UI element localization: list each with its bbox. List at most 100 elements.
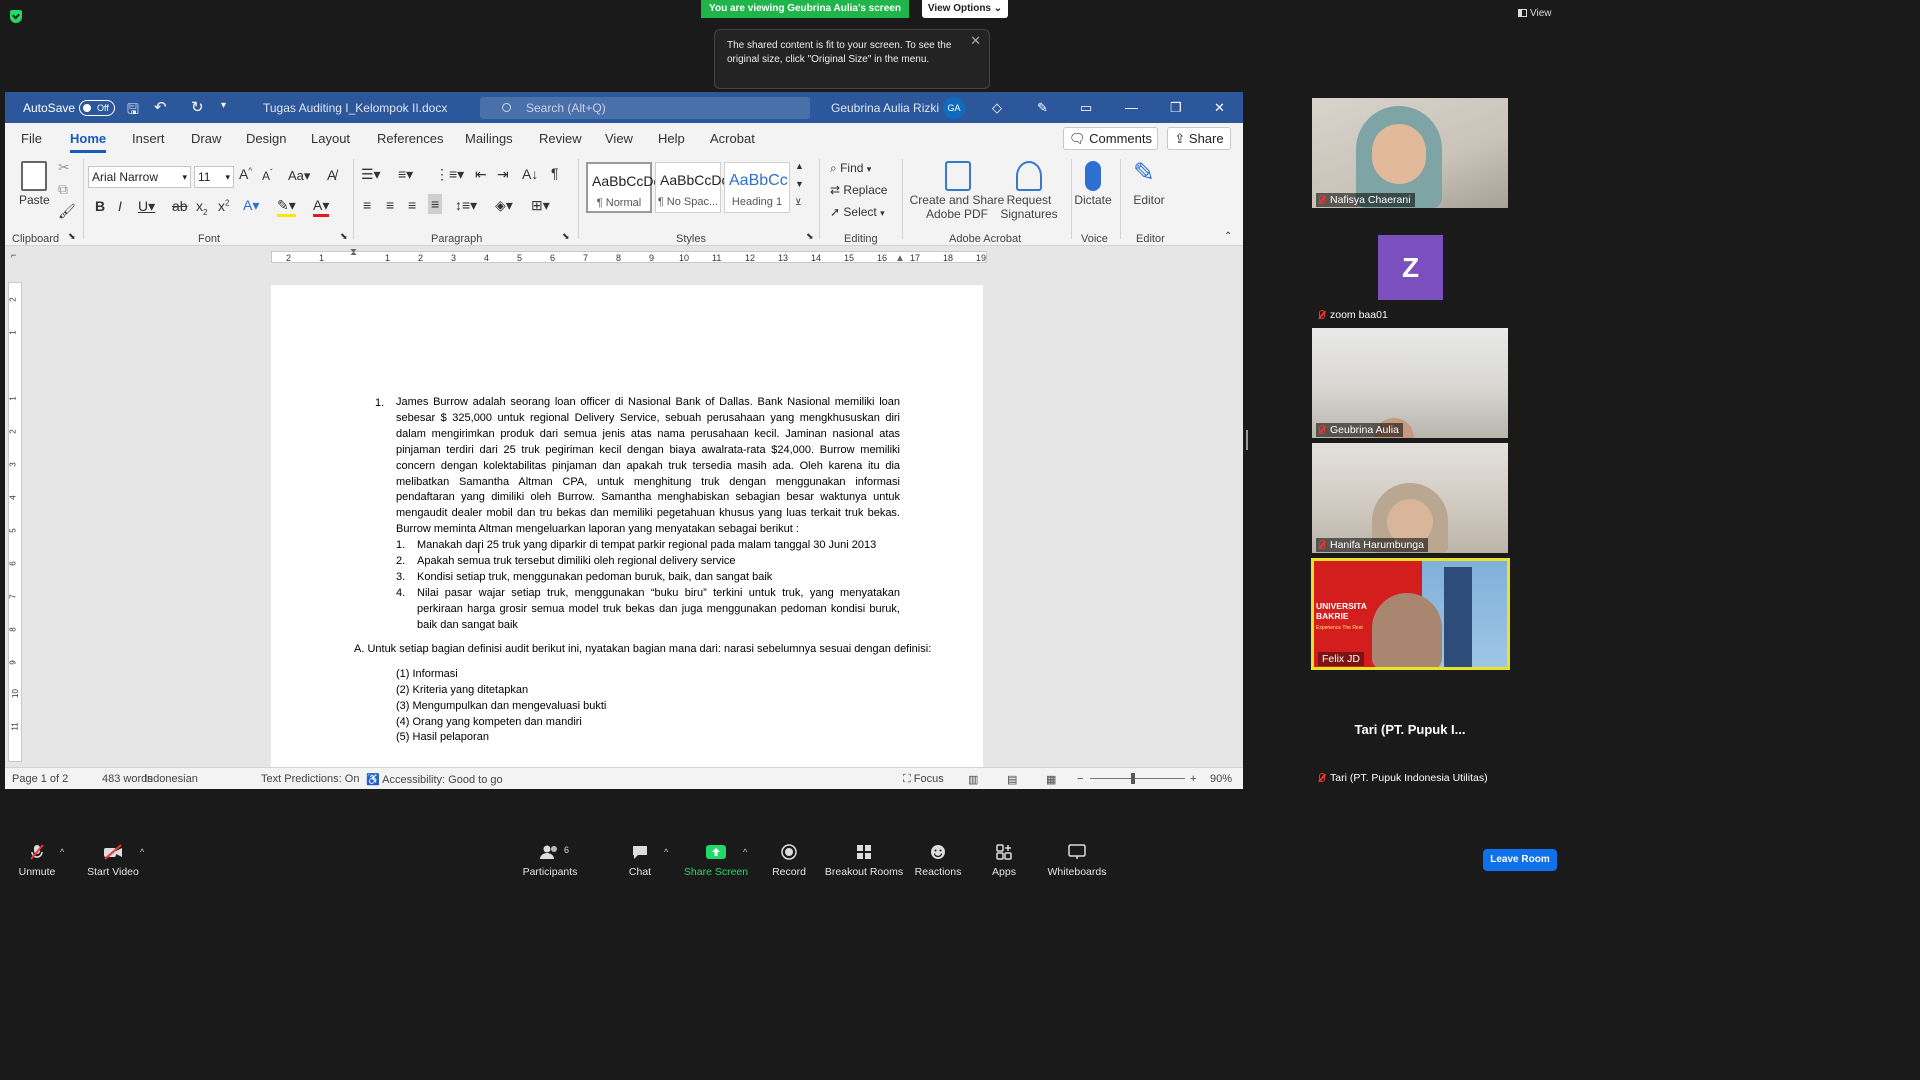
- collapse-ribbon-icon[interactable]: ⌃: [1224, 231, 1232, 242]
- restore-icon[interactable]: ❐: [1170, 100, 1182, 116]
- tab-selector-icon[interactable]: ⌐: [11, 250, 16, 260]
- leave-room-button[interactable]: Leave Room: [1483, 849, 1557, 871]
- indent-marker-icon[interactable]: ⧗: [350, 247, 357, 258]
- dialog-launcher-icon[interactable]: ⬊: [340, 231, 348, 242]
- editor-pen-icon[interactable]: ✎: [1133, 157, 1155, 188]
- participant-video-tile-active-speaker[interactable]: UNIVERSITA BAKRIE Experience The Real Feli…: [1311, 558, 1510, 670]
- font-size-select[interactable]: 11 ▾: [194, 166, 234, 188]
- share-button[interactable]: ⇪ Share: [1167, 127, 1231, 150]
- participant-video-tile[interactable]: Tari (PT. Pupuk I... Tari (PT. Pupuk Ind…: [1312, 676, 1508, 786]
- decrease-indent-icon[interactable]: ⇤: [475, 166, 487, 183]
- minimize-icon[interactable]: —: [1125, 100, 1138, 115]
- customize-toolbar-icon[interactable]: ▾: [221, 100, 226, 111]
- user-avatar[interactable]: GA: [943, 97, 965, 119]
- right-indent-marker-icon[interactable]: ▲: [895, 253, 905, 264]
- bold-icon[interactable]: B: [95, 198, 105, 214]
- line-spacing-icon[interactable]: ↕≡▾: [455, 197, 477, 214]
- audio-options-caret-icon[interactable]: ^: [60, 847, 64, 857]
- accessibility-status[interactable]: ♿ Accessibility: Good to go: [366, 773, 503, 786]
- read-mode-icon[interactable]: ▥: [968, 773, 978, 786]
- paste-icon[interactable]: [21, 161, 47, 191]
- focus-button[interactable]: ⛶ Focus: [903, 773, 944, 786]
- participant-video-tile[interactable]: Nafisya Chaerani: [1312, 98, 1508, 208]
- whiteboards-button[interactable]: Whiteboards: [1032, 838, 1122, 878]
- dialog-launcher-icon[interactable]: ⬊: [68, 231, 76, 242]
- text-effects-icon[interactable]: A▾: [243, 197, 259, 214]
- undo-icon[interactable]: ↶: [154, 98, 167, 116]
- numbering-icon[interactable]: ≡▾: [398, 166, 413, 183]
- comments-button[interactable]: 🗨 Comments: [1063, 127, 1158, 150]
- zoom-level[interactable]: 90%: [1210, 773, 1232, 785]
- tab-design[interactable]: Design: [246, 131, 286, 146]
- participants-button[interactable]: Participants: [505, 838, 595, 878]
- language-status[interactable]: Indonesian: [144, 773, 198, 785]
- zoom-in-icon[interactable]: +: [1190, 773, 1196, 785]
- page-count[interactable]: Page 1 of 2: [12, 773, 68, 785]
- replace-button[interactable]: ⇄ Replace: [830, 183, 887, 197]
- tab-home[interactable]: Home: [70, 131, 107, 153]
- tab-insert[interactable]: Insert: [132, 131, 165, 146]
- increase-indent-icon[interactable]: ⇥: [497, 166, 509, 183]
- style-normal[interactable]: AaBbCcDc ¶ Normal: [586, 162, 660, 213]
- zoom-slider[interactable]: [1090, 778, 1185, 779]
- sort-icon[interactable]: A↓: [522, 166, 538, 182]
- encryption-shield-icon[interactable]: [10, 10, 22, 23]
- strikethrough-icon[interactable]: ab: [172, 198, 188, 214]
- tab-references[interactable]: References: [377, 131, 443, 146]
- tab-mailings[interactable]: Mailings: [465, 131, 513, 146]
- borders-icon[interactable]: ⊞▾: [531, 197, 550, 214]
- tab-review[interactable]: Review: [539, 131, 582, 146]
- shading-icon[interactable]: ◈▾: [495, 197, 513, 214]
- style-heading-1[interactable]: AaBbCc Heading 1: [724, 162, 790, 213]
- zoom-slider-thumb[interactable]: [1131, 773, 1135, 784]
- font-color-icon[interactable]: A▾: [313, 197, 330, 217]
- align-left-icon[interactable]: ≡: [363, 197, 371, 213]
- highlight-icon[interactable]: ✎▾: [277, 197, 296, 217]
- autosave-toggle[interactable]: Off: [79, 100, 115, 116]
- multilevel-list-icon[interactable]: ⋮≡▾: [435, 166, 464, 183]
- diamond-icon[interactable]: ◇: [992, 100, 1002, 116]
- dialog-launcher-icon[interactable]: ⬊: [562, 231, 570, 242]
- underline-icon[interactable]: U▾: [138, 198, 155, 215]
- superscript-icon[interactable]: x2: [218, 198, 229, 214]
- save-icon[interactable]: 🖫: [127, 99, 139, 123]
- select-button[interactable]: ➚ Select ▾: [830, 205, 885, 219]
- align-center-icon[interactable]: ≡: [386, 197, 394, 213]
- pen-icon[interactable]: ✎: [1037, 100, 1048, 116]
- clear-formatting-icon[interactable]: A̸: [327, 167, 336, 183]
- window-close-icon[interactable]: ✕: [1214, 100, 1225, 116]
- show-marks-icon[interactable]: ¶: [551, 165, 559, 181]
- style-no-spacing[interactable]: AaBbCcDc ¶ No Spac...: [655, 162, 728, 213]
- tab-help[interactable]: Help: [658, 131, 685, 146]
- tab-layout[interactable]: Layout: [311, 131, 350, 146]
- copy-icon[interactable]: ⧉: [58, 181, 68, 198]
- editor-button[interactable]: Editor: [1129, 193, 1169, 207]
- change-case-icon[interactable]: Aa▾: [288, 168, 310, 184]
- request-signatures-button[interactable]: Request Signatures: [994, 193, 1064, 221]
- create-share-pdf-button[interactable]: Create and Share Adobe PDF: [907, 193, 1007, 221]
- panel-resize-handle[interactable]: [1246, 430, 1248, 450]
- tab-draw[interactable]: Draw: [191, 131, 221, 146]
- paste-label[interactable]: Paste: [19, 193, 50, 207]
- video-options-caret-icon[interactable]: ^: [140, 847, 144, 857]
- bullets-icon[interactable]: ☰▾: [361, 166, 381, 183]
- signature-icon[interactable]: [1016, 161, 1042, 191]
- start-video-button[interactable]: Start Video: [68, 838, 158, 878]
- participant-video-tile[interactable]: Z zoom baa01: [1312, 213, 1508, 323]
- print-layout-icon[interactable]: ▤: [1007, 773, 1017, 786]
- microphone-icon[interactable]: [1085, 161, 1101, 191]
- style-more-icon[interactable]: ⊻: [795, 197, 802, 208]
- tab-view[interactable]: View: [605, 131, 633, 146]
- close-icon[interactable]: ✕: [970, 34, 981, 48]
- view-options-button[interactable]: View Options ⌄: [922, 0, 1008, 18]
- document-title[interactable]: Tugas Auditing I_Kelompok II.docx: [263, 101, 447, 115]
- chat-options-caret-icon[interactable]: ^: [664, 847, 668, 857]
- zoom-out-icon[interactable]: −: [1077, 773, 1083, 785]
- participant-video-tile[interactable]: Hanifa Harumbunga: [1312, 443, 1508, 553]
- ribbon-display-icon[interactable]: ▭: [1080, 100, 1092, 116]
- format-painter-icon[interactable]: 🖌: [58, 203, 76, 220]
- dictate-button[interactable]: Dictate: [1073, 193, 1113, 207]
- ruler-bar[interactable]: 2 1 1 2 3 4 5 6 7 8 9 10 11 12 13 14 15 …: [271, 251, 987, 263]
- dialog-launcher-icon[interactable]: ⬊: [806, 231, 814, 242]
- tab-acrobat[interactable]: Acrobat: [710, 131, 755, 146]
